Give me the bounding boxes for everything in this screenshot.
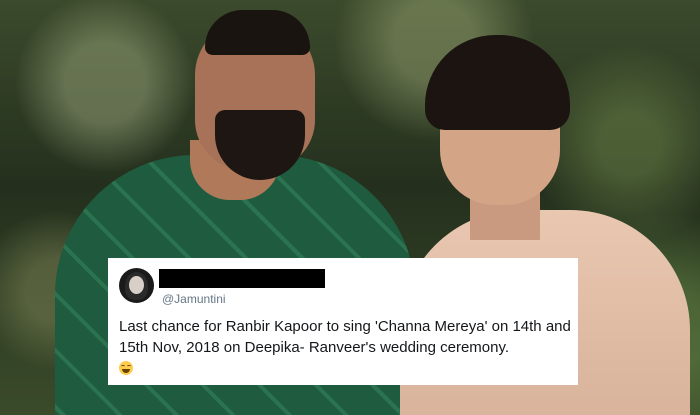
user-handle[interactable]: @Jamuntini: [162, 292, 226, 306]
avatar[interactable]: [119, 268, 154, 303]
tweet-text-block: Last chance for Ranbir Kapoor to sing 'C…: [119, 316, 574, 379]
laughing-emoji-icon: [119, 361, 133, 375]
tweet-text: Last chance for Ranbir Kapoor to sing 'C…: [119, 318, 571, 356]
groom-hair: [205, 10, 310, 55]
bride-hair: [425, 35, 570, 130]
redacted-display-name: [159, 269, 325, 288]
avatar-face: [129, 276, 144, 294]
tweet-card: @Jamuntini Last chance for Ranbir Kapoor…: [108, 258, 578, 385]
